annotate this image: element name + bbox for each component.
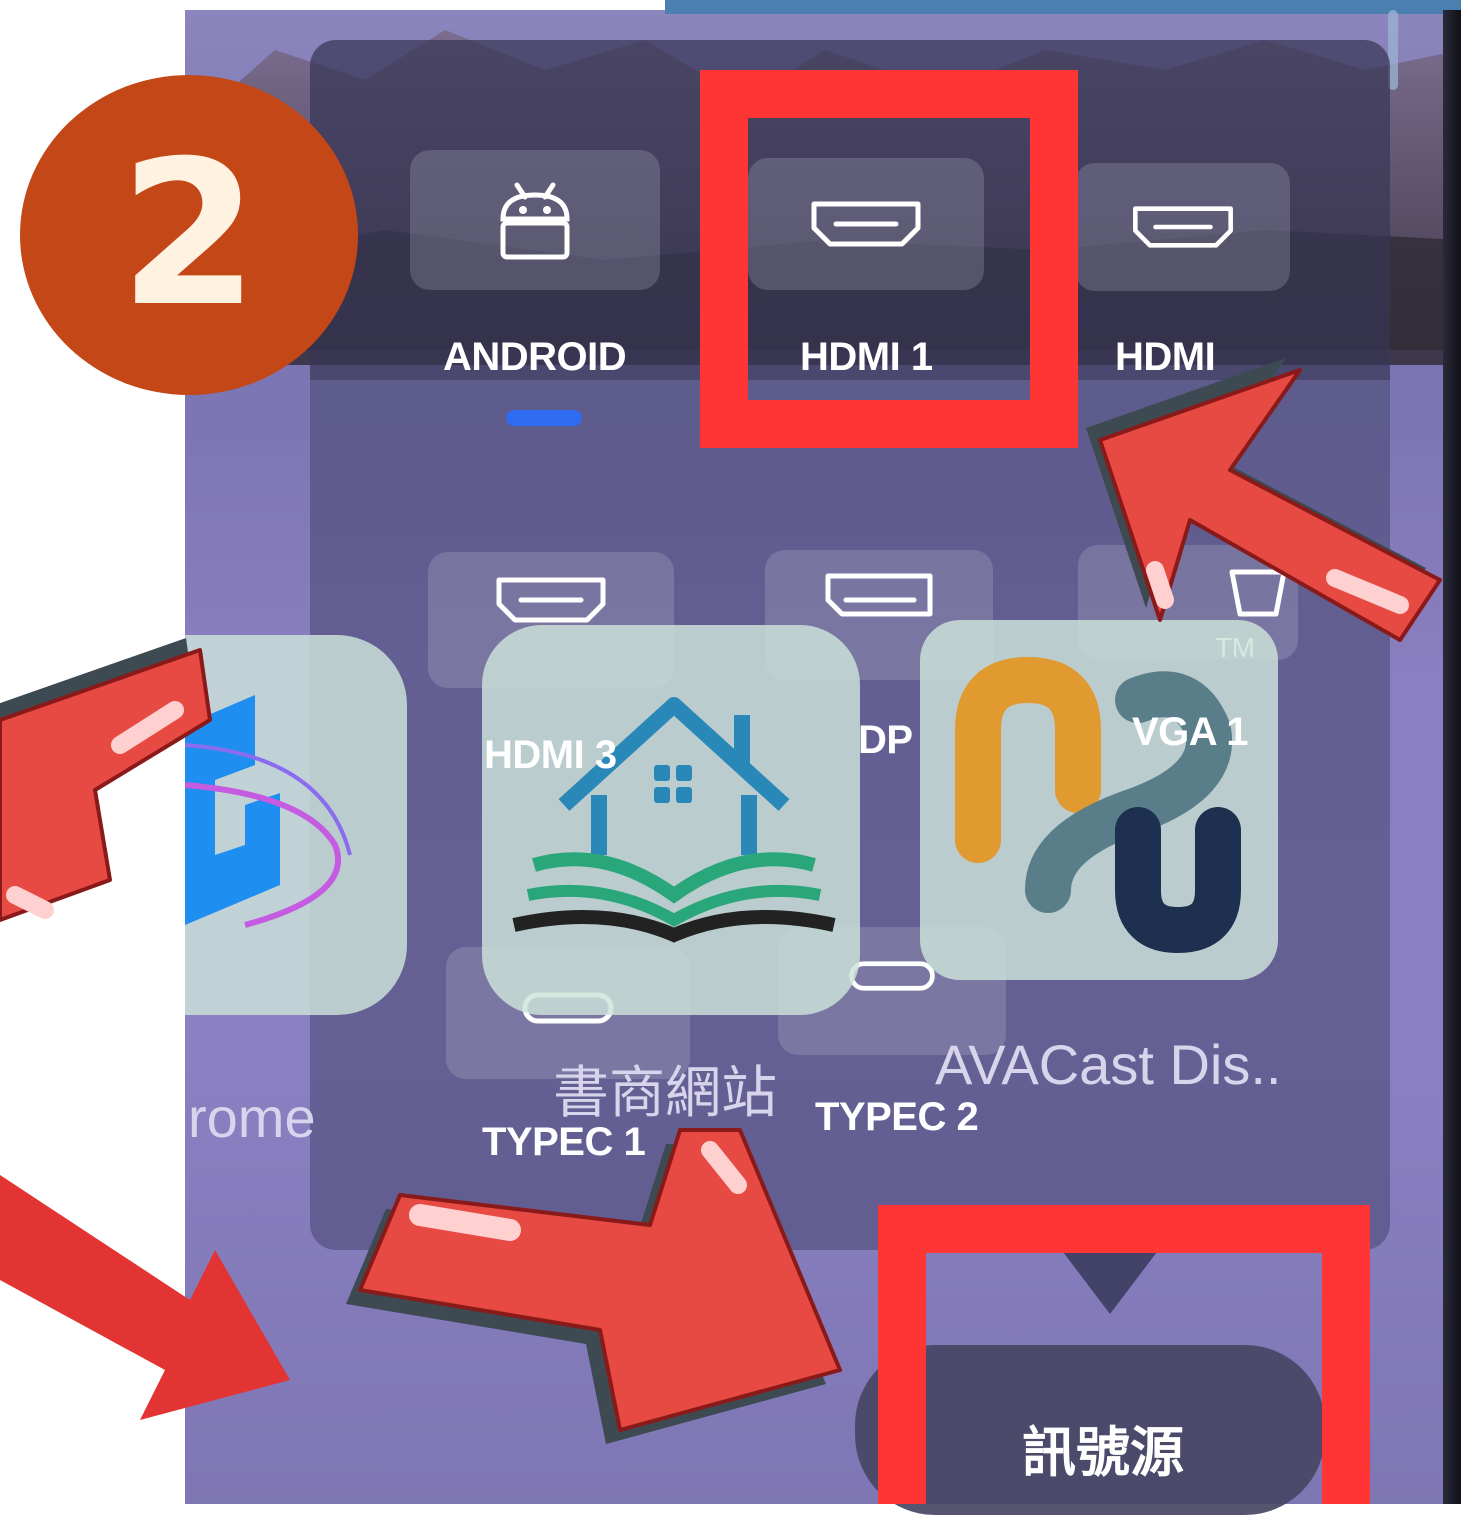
arrow-left-chrome bbox=[0, 638, 212, 922]
arrow-bottom-left bbox=[0, 1175, 290, 1420]
arrow-pointing-source-button bbox=[346, 1128, 842, 1444]
annotation-arrows bbox=[0, 358, 1442, 1444]
arrow-pointing-hdmi bbox=[1086, 358, 1442, 642]
